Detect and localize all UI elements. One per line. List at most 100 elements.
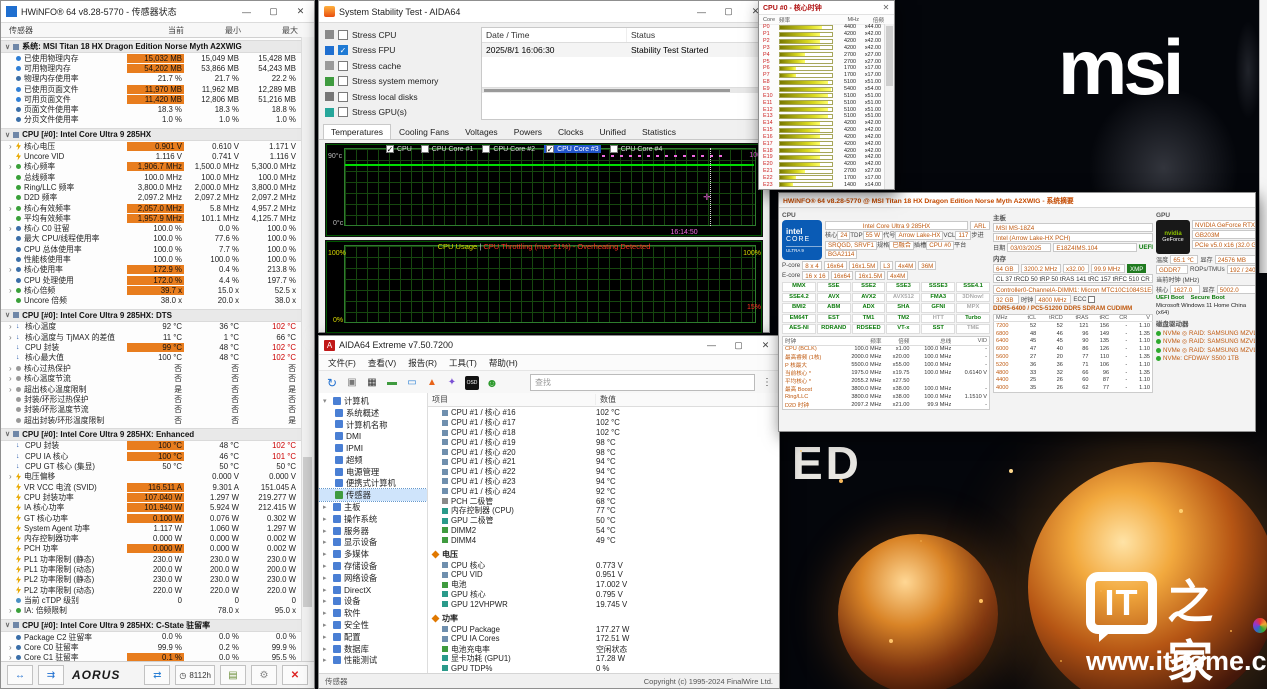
stability-titlebar[interactable]: System Stability Test - AIDA64 — ▢ ✕ bbox=[319, 1, 769, 23]
sensor-row[interactable]: 总线频率100.0 MHz100.0 MHz100.0 MHz bbox=[1, 172, 301, 182]
menu-工具(T)[interactable]: 工具(T) bbox=[444, 357, 482, 369]
minimize-icon[interactable]: — bbox=[688, 2, 715, 22]
tree-item-便携式计算机[interactable]: 便携式计算机 bbox=[319, 478, 427, 490]
core-clock-row[interactable]: P61700x17.00 bbox=[759, 65, 884, 72]
core-clock-row[interactable]: P24200x42.00 bbox=[759, 38, 884, 45]
temperature-graph[interactable]: ✓CPUCPU Core #1CPU Core #2✓CPU Core #3CP… bbox=[325, 143, 763, 237]
sensor-row[interactable]: PCH 功率0.000 W0.000 W0.002 W bbox=[1, 544, 301, 554]
share-icon[interactable]: ⇄ bbox=[144, 665, 170, 685]
tab-unified[interactable]: Unified bbox=[592, 124, 634, 139]
stress-checkbox[interactable]: Stress CPU bbox=[325, 27, 475, 43]
sensor-row[interactable]: IA 核心功率101.940 W5.924 W212.415 W bbox=[1, 503, 301, 513]
core-clock-row[interactable]: P52700x27.00 bbox=[759, 58, 884, 65]
smiley-icon[interactable]: ☻ bbox=[485, 376, 499, 390]
tab-powers[interactable]: Powers bbox=[506, 124, 550, 139]
hwinfo-scrollbar-thumb[interactable] bbox=[303, 457, 312, 607]
panel-column-headers[interactable]: 项目数值 bbox=[428, 393, 779, 407]
tree-item-网络设备[interactable]: ▸网络设备 bbox=[319, 572, 427, 584]
sensor-row[interactable]: ›核心过热保护否否否 bbox=[1, 363, 301, 373]
tree-item-电源管理[interactable]: 电源管理 bbox=[319, 466, 427, 478]
core-clock-row[interactable]: E174200x42.00 bbox=[759, 140, 884, 147]
sensor-row[interactable]: ›Core C0 驻留率99.9 %0.2 %99.9 % bbox=[1, 642, 301, 652]
core-clock-row[interactable]: E135100x51.00 bbox=[759, 113, 884, 120]
core-clock-row[interactable]: E212700x27.00 bbox=[759, 168, 884, 175]
sensor-row[interactable]: VR VCC 电流 (SVID)116.511 A9.301 A151.045 … bbox=[1, 482, 301, 492]
aida64-titlebar[interactable]: A AIDA64 Extreme v7.50.7200 — ▢ ✕ bbox=[319, 336, 779, 355]
memory-icon[interactable]: ▬ bbox=[385, 376, 399, 390]
aida-sensor-row[interactable]: CPU 核心0.773 V bbox=[428, 560, 779, 570]
sensor-row[interactable]: 超出封装/环形温度限制否否是 bbox=[1, 415, 301, 425]
legend-item[interactable]: CPU Core #2 bbox=[482, 145, 535, 153]
tree-item-IPMI[interactable]: IPMI bbox=[319, 442, 427, 454]
sensor-row[interactable]: ›↓核心温度92 °C36 °C102 °C bbox=[1, 322, 301, 332]
aida-sensor-row[interactable]: GPU TDP%0 % bbox=[428, 663, 779, 673]
refresh-icon[interactable]: ↻ bbox=[325, 376, 339, 390]
stress-checkbox[interactable]: Stress local disks bbox=[325, 89, 475, 105]
core-clock-row[interactable]: P34200x42.00 bbox=[759, 45, 884, 52]
log-headers[interactable]: Date / TimeStatus bbox=[482, 28, 762, 43]
menu-文件(F)[interactable]: 文件(F) bbox=[323, 357, 361, 369]
sensor-row[interactable]: 页面文件使用率18.3 %18.3 %18.8 % bbox=[1, 104, 301, 114]
sensor-row[interactable]: 可用页面文件11,420 MB12,806 MB51,216 MB bbox=[1, 94, 301, 104]
tree-item-性能测试[interactable]: ▸性能测试 bbox=[319, 655, 427, 667]
nav-back-icon[interactable]: ↔ bbox=[7, 665, 33, 685]
summary-titlebar[interactable]: HWiNFO® 64 v8.28-5770 @ MSI Titan 18 HX … bbox=[779, 193, 1255, 208]
sensor-row[interactable]: D2D 频率2,097.2 MHz2,097.2 MHz2,097.2 MHz bbox=[1, 193, 301, 203]
sensor-row[interactable]: 已使用物理内存15,032 MB15,049 MB15,428 MB bbox=[1, 53, 301, 63]
sensor-row[interactable]: ↓CPU IA 核心100 °C46 °C101 °C bbox=[1, 451, 301, 461]
sensor-row[interactable]: PL2 功率限制 (动态)220.0 W220.0 W220.0 W bbox=[1, 585, 301, 595]
sensor-row[interactable]: ›核心频率1,906.7 MHz1,500.0 MHz5,300.0 MHz bbox=[1, 162, 301, 172]
core-clock-row[interactable]: E221700x17.00 bbox=[759, 175, 884, 182]
sensor-row[interactable]: 分页文件使用率1.0 %1.0 %1.0 % bbox=[1, 115, 301, 125]
sensor-row[interactable]: 封装/环形温度节流否否否 bbox=[1, 404, 301, 414]
aida-sensor-row[interactable]: GPU 核心0.795 V bbox=[428, 590, 779, 600]
logging-clock-button[interactable]: ◷ 8112h bbox=[175, 665, 215, 685]
tab-temperatures[interactable]: Temperatures bbox=[323, 124, 391, 139]
legend-item[interactable]: ✓CPU bbox=[386, 145, 412, 153]
core-clock-row[interactable]: E204200x42.00 bbox=[759, 161, 884, 168]
sensor-row[interactable]: ↓CPU 封装99 °C48 °C102 °C bbox=[1, 342, 301, 352]
sensor-row[interactable]: ›核心 C0 驻留100.0 %0.0 %100.0 % bbox=[1, 223, 301, 233]
aida-sensor-row[interactable]: CPU Package177.27 W bbox=[428, 624, 779, 634]
sensor-row[interactable]: CPU 处理使用172.0 %4.4 %197.7 % bbox=[1, 275, 301, 285]
core-clock-row[interactable]: E164200x42.00 bbox=[759, 134, 884, 141]
tree-item-系统概述[interactable]: 系统概述 bbox=[319, 407, 427, 419]
sensor-group-header[interactable]: ∨CPU [#0]: Intel Core Ultra 9 285HX: Enh… bbox=[1, 428, 301, 441]
more-menu-icon[interactable]: ⋮ bbox=[761, 377, 773, 388]
tree-item-服务器[interactable]: ▸服务器 bbox=[319, 525, 427, 537]
aida-sensor-row[interactable]: GPU 二极管50 °C bbox=[428, 516, 779, 526]
core-clock-row[interactable]: E154200x42.00 bbox=[759, 127, 884, 134]
sensor-row[interactable]: Ring/LLC 频率3,800.0 MHz2,000.0 MHz3,800.0… bbox=[1, 182, 301, 192]
core-clocks-scrollbar-thumb[interactable] bbox=[886, 26, 893, 86]
sensor-row[interactable]: ›电压偏移0.000 V0.000 V bbox=[1, 472, 301, 482]
core-clock-row[interactable]: P71700x17.00 bbox=[759, 72, 884, 79]
aida-sensor-row[interactable]: CPU IA Cores172.51 W bbox=[428, 634, 779, 644]
sensor-row[interactable]: ›核心使用率172.9 %0.4 %213.8 % bbox=[1, 265, 301, 275]
menu-帮助(H)[interactable]: 帮助(H) bbox=[484, 357, 523, 369]
core-clock-row[interactable]: E95400x54.00 bbox=[759, 86, 884, 93]
core-clock-row[interactable]: P14200x42.00 bbox=[759, 31, 884, 38]
close-sensors-icon[interactable]: ✕ bbox=[282, 665, 308, 685]
log-scrollbar[interactable] bbox=[482, 87, 762, 93]
close-icon[interactable]: ✕ bbox=[752, 335, 779, 355]
stress-checkbox[interactable]: Stress GPU(s) bbox=[325, 105, 475, 121]
sensor-row[interactable]: ›超出核心温度限制是否是 bbox=[1, 384, 301, 394]
sensor-row[interactable]: 平均有效频率1,957.9 MHz101.1 MHz4,125.7 MHz bbox=[1, 213, 301, 223]
tab-statistics[interactable]: Statistics bbox=[634, 124, 684, 139]
stress-checkbox[interactable]: ✓Stress FPU bbox=[325, 43, 475, 59]
menu-报告(R)[interactable]: 报告(R) bbox=[403, 357, 442, 369]
core-clock-row[interactable]: E85100x51.00 bbox=[759, 79, 884, 86]
tree-item-数据库[interactable]: ▸数据库 bbox=[319, 643, 427, 655]
stress-checkbox[interactable]: Stress system memory bbox=[325, 74, 475, 90]
osd-icon[interactable]: OSD bbox=[465, 376, 479, 390]
sensor-row[interactable]: 封装/环形过热保护否否否 bbox=[1, 394, 301, 404]
sensor-row[interactable]: 已使用页面文件11,970 MB11,962 MB12,289 MB bbox=[1, 84, 301, 94]
settings-gear-icon[interactable]: ⚙ bbox=[251, 665, 277, 685]
sensor-row[interactable]: 可用物理内存54,202 MB53,866 MB54,243 MB bbox=[1, 63, 301, 73]
aida-sensor-row[interactable]: DIMM449 °C bbox=[428, 535, 779, 545]
minimize-icon[interactable]: — bbox=[233, 2, 260, 22]
tree-item-DirectX[interactable]: ▸DirectX bbox=[319, 584, 427, 596]
sensor-row[interactable]: 性能核使用率100.0 %100.0 %100.0 % bbox=[1, 254, 301, 264]
drive-row[interactable]: NVMe ◎ RAID: SAMSUNG MZVL81T0HDLB bbox=[1156, 346, 1255, 355]
report-icon[interactable]: ▣ bbox=[345, 376, 359, 390]
